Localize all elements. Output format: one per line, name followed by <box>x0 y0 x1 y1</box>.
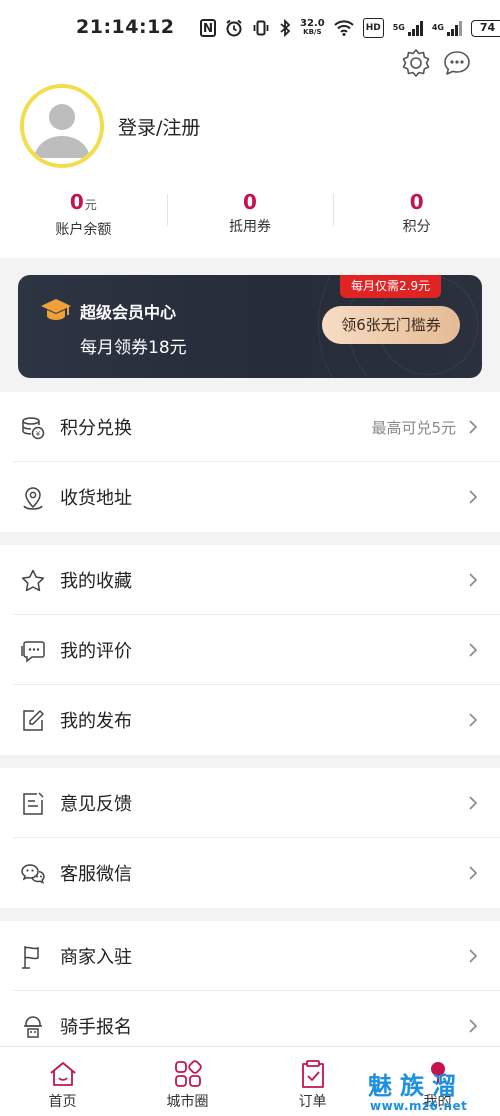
tab-city-circle[interactable]: 城市圈 <box>125 1047 250 1116</box>
chat-bubble-icon[interactable] <box>440 46 474 80</box>
signal-icon-2 <box>446 20 462 36</box>
tab-label: 城市圈 <box>166 1094 209 1110</box>
menu-group-3: 意见反馈 客服微信 <box>0 768 500 908</box>
menu-label: 骑手报名 <box>60 1017 132 1038</box>
chevron-right-icon <box>469 866 478 880</box>
menu-item-merchant-join[interactable]: 商家入驻 <box>0 921 500 991</box>
feedback-icon <box>23 792 44 815</box>
coupons-value: 0 <box>243 190 257 214</box>
menu-item-wechat-service[interactable]: 客服微信 <box>0 838 500 908</box>
balance-unit: 元 <box>84 198 97 212</box>
flag-icon <box>22 946 39 969</box>
stat-points[interactable]: 0 积分 <box>333 188 500 242</box>
section-divider <box>0 532 500 545</box>
menu-label: 我的收藏 <box>60 571 132 592</box>
graduation-cap-icon <box>41 299 71 320</box>
tab-label: 首页 <box>48 1094 77 1110</box>
tab-home[interactable]: 首页 <box>0 1047 125 1116</box>
points-label: 积分 <box>402 219 431 235</box>
clock: 21:14:12 <box>76 16 175 38</box>
watermark-text: 魅族溜 <box>368 1072 464 1100</box>
menu-group-2: 我的收藏 我的评价 我的发布 <box>0 545 500 755</box>
section-divider <box>0 755 500 768</box>
points-value: 0 <box>409 190 424 214</box>
menu-label: 客服微信 <box>60 864 132 885</box>
signal-icon <box>407 20 423 36</box>
menu-group-4: 商家入驻 骑手报名 <box>0 921 500 1061</box>
wechat-icon <box>21 864 45 884</box>
status-icons: N 32.0 KB/S HD 5G 4G 74 <box>200 18 500 38</box>
coins-exchange-icon: ¥ <box>22 417 45 440</box>
comment-icon <box>21 641 45 663</box>
speed-value: 32.0 <box>300 18 325 29</box>
tab-label: 订单 <box>298 1094 327 1110</box>
vip-title: 超级会员中心 <box>80 303 177 322</box>
balance-value: 0 <box>69 190 84 214</box>
chevron-right-icon <box>469 490 478 504</box>
hd-icon: HD <box>362 18 384 38</box>
menu-item-points-exchange[interactable]: ¥ 积分兑换 最高可兑5元 <box>0 392 500 462</box>
vip-card[interactable]: 超级会员中心 每月领券18元 每月仅需2.9元 领6张无门槛券 <box>18 275 482 378</box>
bluetooth-icon <box>279 18 291 38</box>
menu-item-address[interactable]: 收货地址 <box>0 462 500 532</box>
menu-item-posts[interactable]: 我的发布 <box>0 685 500 755</box>
coupons-label: 抵用券 <box>229 219 271 235</box>
stat-coupons[interactable]: 0 抵用券 <box>166 188 334 242</box>
vip-subtitle: 每月领券18元 <box>80 338 187 358</box>
chevron-right-icon <box>469 573 478 587</box>
chevron-right-icon <box>469 420 478 434</box>
chevron-right-icon <box>469 1019 478 1033</box>
edit-icon <box>23 710 44 731</box>
watermark: 魅族溜 www.mz6.net <box>364 1066 500 1116</box>
chevron-right-icon <box>469 713 478 727</box>
star-icon <box>21 569 45 592</box>
gear-icon[interactable] <box>399 46 433 80</box>
wifi-icon <box>333 18 354 38</box>
menu-label: 收货地址 <box>60 488 132 509</box>
svg-text:¥: ¥ <box>36 430 41 438</box>
chevron-right-icon <box>469 949 478 963</box>
login-register-link[interactable]: 登录/注册 <box>118 113 200 140</box>
balance-label: 账户余额 <box>55 222 112 238</box>
menu-extra-text: 最高可兑5元 <box>371 418 456 437</box>
speed-unit: KB/S <box>303 28 322 36</box>
vip-price-badge: 每月仅需2.9元 <box>340 275 442 298</box>
menu-item-favorites[interactable]: 我的收藏 <box>0 545 500 615</box>
stat-balance[interactable]: 0元 账户余额 <box>0 188 167 242</box>
rider-icon <box>24 1016 42 1038</box>
status-bar: 21:14:12 N 32.0 KB/S HD 5G 4G 74 <box>0 0 500 52</box>
account-stats: 0元 账户余额 0 抵用券 0 积分 <box>0 188 500 242</box>
nfc-icon: N <box>200 19 216 37</box>
watermark-url: www.mz6.net <box>370 1099 468 1113</box>
menu-label: 积分兑换 <box>60 418 132 439</box>
menu-label: 我的发布 <box>60 711 132 732</box>
battery-icon: 74 <box>470 19 500 37</box>
tab-orders[interactable]: 订单 <box>250 1047 375 1116</box>
vip-claim-button[interactable]: 领6张无门槛券 <box>322 306 460 344</box>
menu-item-feedback[interactable]: 意见反馈 <box>0 768 500 838</box>
home-icon <box>49 1062 76 1086</box>
menu-label: 我的评价 <box>60 641 132 662</box>
network-speed: 32.0 KB/S <box>300 18 325 38</box>
vip-section: 超级会员中心 每月领券18元 每月仅需2.9元 领6张无门槛券 <box>0 258 500 392</box>
menu-label: 意见反馈 <box>60 794 132 815</box>
network-5g: 5G <box>392 23 405 32</box>
order-clipboard-icon <box>301 1060 324 1088</box>
menu-group-1: ¥ 积分兑换 最高可兑5元 收货地址 <box>0 392 500 532</box>
section-divider <box>0 908 500 921</box>
profile-section[interactable]: 登录/注册 <box>20 84 200 168</box>
grid-icon <box>174 1060 202 1087</box>
default-user-avatar[interactable] <box>20 84 104 168</box>
alarm-icon <box>225 18 243 38</box>
chevron-right-icon <box>469 643 478 657</box>
menu-item-reviews[interactable]: 我的评价 <box>0 615 500 685</box>
network-4g: 4G <box>431 23 444 32</box>
chevron-right-icon <box>469 796 478 810</box>
menu-label: 商家入驻 <box>60 947 132 968</box>
vibrate-icon <box>252 18 270 38</box>
location-pin-icon <box>23 487 43 510</box>
